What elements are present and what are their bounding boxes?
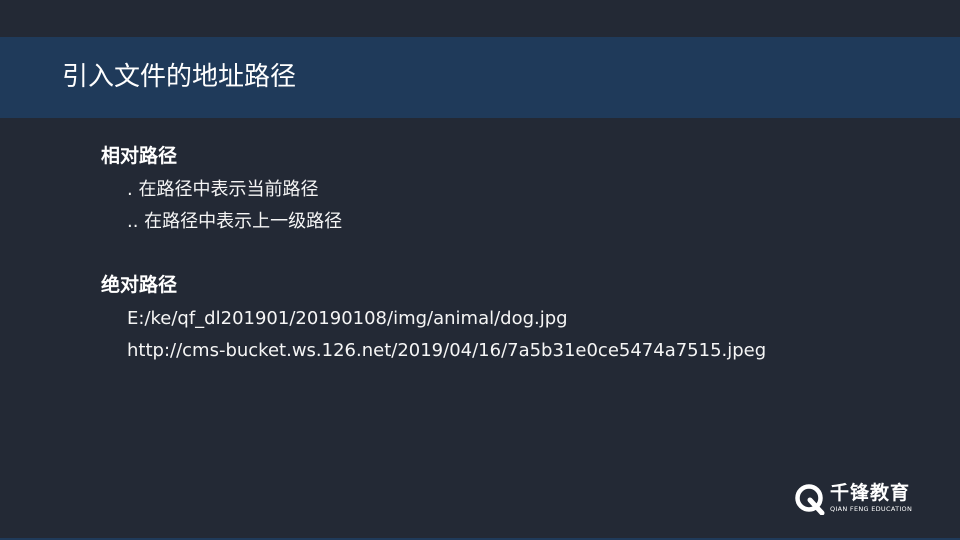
list-item: .. 在路径中表示上一级路径: [127, 211, 343, 232]
logo-name: 千锋教育: [830, 482, 911, 504]
list-item: . 在路径中表示当前路径: [127, 179, 319, 200]
list-item: http://cms-bucket.ws.126.net/2019/04/16/…: [127, 340, 767, 361]
list-item: E:/ke/qf_dl201901/20190108/img/animal/do…: [127, 308, 568, 329]
qianfeng-q-logo-icon: [795, 484, 825, 515]
section-heading: 相对路径: [101, 145, 178, 167]
logo-subtitle: QIAN FENG EDUCATION: [830, 505, 913, 513]
brand-logo: 千锋教育 QIAN FENG EDUCATION: [794, 481, 934, 517]
section-absolute-path: 绝对路径 E:/ke/qf_dl201901/20190108/img/anim…: [101, 271, 901, 367]
section-heading: 绝对路径: [101, 274, 178, 296]
slide: 引入文件的地址路径 相对路径 . 在路径中表示当前路径 .. 在路径中表示上一级…: [0, 0, 960, 540]
section-relative-path: 相对路径 . 在路径中表示当前路径 .. 在路径中表示上一级路径: [101, 142, 901, 238]
slide-title: 引入文件的地址路径: [62, 62, 297, 92]
slide-content: 相对路径 . 在路径中表示当前路径 .. 在路径中表示上一级路径 绝对路径 E:…: [101, 142, 901, 367]
